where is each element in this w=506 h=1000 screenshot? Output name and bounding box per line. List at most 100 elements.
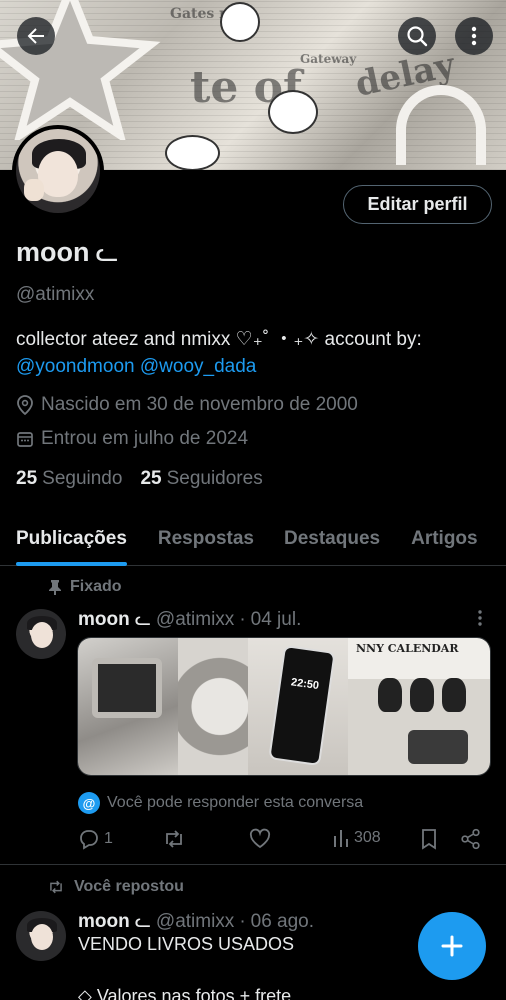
tab-destaques[interactable]: Destaques (284, 512, 380, 566)
repost-label: Você repostou (74, 878, 184, 895)
active-tab-indicator (16, 562, 127, 566)
post-header: moon ᓚ @atimixx · 04 jul. (78, 608, 301, 631)
bookmark-button[interactable] (420, 828, 438, 850)
avatar-face (38, 151, 78, 197)
back-button[interactable] (17, 17, 55, 55)
avatar-photo (16, 129, 100, 213)
separator-dot: · (239, 910, 246, 932)
bunny-icon (378, 678, 402, 712)
views-count: 308 (354, 829, 381, 846)
calendar-text: NNY CALENDAR (356, 642, 459, 655)
post-avatar[interactable] (16, 609, 66, 659)
post-actions: 1 308 (78, 828, 488, 854)
arrow-left-icon (27, 28, 44, 44)
post-more-button[interactable] (475, 608, 485, 633)
name-glyph: ᓚ (134, 911, 151, 932)
followers-link[interactable]: 25 Seguidores (140, 468, 262, 490)
tab-label: Publicações (16, 528, 127, 549)
profile-avatar[interactable] (12, 125, 104, 217)
post-divider (0, 864, 506, 865)
post-date[interactable]: 04 jul. (251, 609, 302, 631)
separator-dot: · (239, 608, 246, 630)
tab-publicacoes[interactable]: Publicações (16, 512, 127, 566)
plus-icon (441, 935, 463, 957)
repost-icon (50, 880, 62, 894)
join-date-row: Entrou em julho de 2024 (16, 428, 248, 450)
avatar-face (31, 622, 53, 648)
post-author-name[interactable]: moon (78, 911, 130, 933)
tab-label: Artigos (411, 528, 478, 549)
bio-mention-wooy-dada[interactable]: @wooy_dada (140, 356, 256, 377)
edit-profile-button[interactable]: Editar perfil (343, 185, 492, 224)
post-date[interactable]: 06 ago. (251, 911, 314, 933)
reply-button[interactable]: 1 (78, 828, 113, 850)
cd-photo (178, 638, 248, 775)
sticker-kitty-icon (268, 90, 318, 134)
more-vertical-icon (478, 610, 482, 626)
share-button[interactable] (460, 828, 482, 850)
display-name-glyph: ᓚ (95, 237, 119, 267)
heart-icon (249, 828, 271, 849)
tab-label: Respostas (157, 528, 254, 549)
post-author-handle: @atimixx (155, 910, 235, 932)
name-glyph: ᓚ (134, 609, 151, 630)
post-author-name[interactable]: moon (78, 609, 130, 631)
camera-photo (78, 638, 178, 775)
following-link[interactable]: 25 Seguindo (16, 468, 122, 490)
profile-handle: @atimixx (16, 284, 95, 305)
pinned-label: Fixado (70, 578, 122, 595)
join-date-text: Entrou em julho de 2024 (41, 428, 249, 449)
headphones-icon (396, 85, 486, 165)
profile-bio: collector ateez and nmixx ♡₊˚ ・₊✧ accoun… (16, 326, 486, 380)
phone-photo: 22:50 (248, 638, 348, 775)
following-count: 25 (16, 468, 38, 489)
display-name-text: moon (16, 237, 90, 267)
following-label: Seguindo (42, 468, 123, 489)
post-author-handle: @atimixx (155, 608, 235, 630)
at-sign-icon: @ (78, 792, 100, 814)
views-button[interactable]: 308 (332, 828, 381, 848)
tab-artigos[interactable]: Artigos (411, 512, 478, 566)
pin-icon (49, 580, 61, 595)
calendar-icon (17, 432, 33, 447)
post-avatar[interactable] (16, 911, 66, 961)
avatar-face (31, 924, 53, 950)
sticker-bunny-icon (165, 135, 220, 170)
camera-icon (92, 658, 162, 718)
banner-text-gates: Gates r (170, 6, 227, 22)
birth-date-text: Nascido em 30 de novembro de 2000 (41, 394, 358, 415)
reply-permission-note: @ Você pode responder esta conversa (78, 792, 363, 814)
share-icon (461, 828, 480, 850)
post-header: moon ᓚ @atimixx · 06 ago. (78, 910, 314, 933)
bookmark-icon (422, 829, 436, 850)
location-pin-icon (17, 395, 33, 415)
reply-icon (80, 830, 98, 850)
more-vertical-icon (471, 26, 477, 46)
calendar-photo: NNY CALENDAR (348, 638, 490, 775)
birth-date-row: Nascido em 30 de novembro de 2000 (16, 394, 358, 416)
repost-context: Você repostou (46, 878, 184, 896)
bio-text: collector ateez and nmixx ♡₊˚ ・₊✧ accoun… (16, 329, 422, 350)
bar-chart-icon (334, 830, 348, 847)
phone-icon: 22:50 (268, 644, 336, 767)
avatar-hand (24, 179, 44, 201)
reply-count: 1 (104, 830, 113, 847)
repost-icon (166, 830, 182, 848)
repost-button[interactable] (162, 828, 186, 850)
tab-respostas[interactable]: Respostas (158, 512, 254, 566)
bio-mention-yoondmoon[interactable]: @yoondmoon (16, 356, 135, 377)
more-options-button[interactable] (455, 17, 493, 55)
banner-text-gateway: Gateway (300, 52, 357, 66)
follow-stats: 25 Seguindo 25 Seguidores (16, 468, 263, 490)
followers-label: Seguidores (166, 468, 263, 489)
sticker-dog-icon (220, 2, 260, 42)
post-text-line2: ◇ Valores nas fotos + frete (78, 986, 292, 1000)
post-media-image[interactable]: 22:50 NNY CALENDAR (77, 637, 491, 776)
like-button[interactable] (249, 828, 271, 850)
bunny-icon (410, 678, 434, 712)
video-camera-icon (408, 730, 468, 764)
compose-post-button[interactable] (418, 912, 486, 980)
search-button[interactable] (398, 17, 436, 55)
profile-display-name: moon ᓚ (16, 237, 119, 268)
reply-note-text: Você pode responder esta conversa (107, 794, 364, 811)
